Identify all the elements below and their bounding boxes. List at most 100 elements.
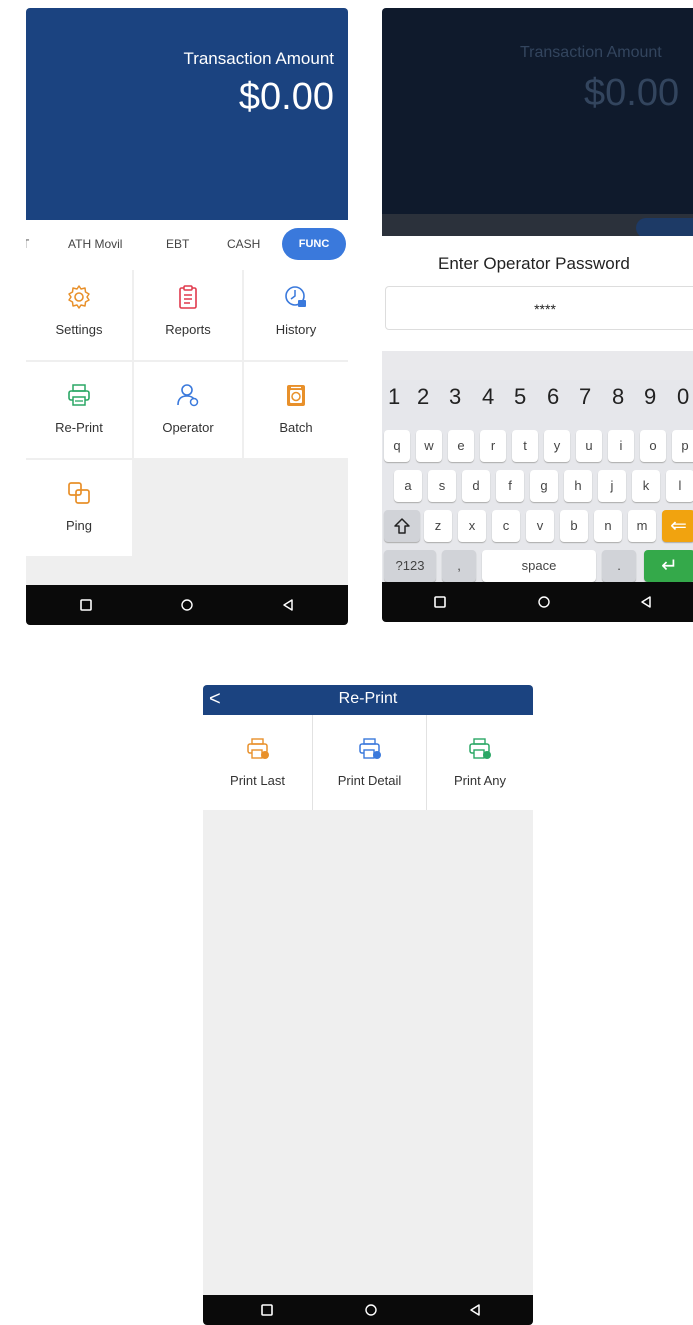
- key-z[interactable]: z: [424, 510, 452, 542]
- symbols-key[interactable]: ?123: [384, 550, 436, 582]
- key-c[interactable]: c: [492, 510, 520, 542]
- key-5[interactable]: 5: [514, 384, 526, 410]
- key-k[interactable]: k: [632, 470, 660, 502]
- shift-arrow-icon: [394, 518, 410, 534]
- dimmed-transaction-header: Transaction Amount $0.00: [382, 8, 693, 238]
- history-label: History: [275, 322, 317, 337]
- print-detail-button[interactable]: Print Detail: [313, 715, 427, 810]
- back-icon[interactable]: [278, 595, 298, 615]
- key-s[interactable]: s: [428, 470, 456, 502]
- reports-button[interactable]: Reports: [134, 264, 242, 360]
- tab-ath-movil[interactable]: ATH Movil: [68, 237, 122, 251]
- soft-keyboard: 1 2 3 4 5 6 7 8 9 0 q w e r t y u i o p …: [382, 380, 693, 582]
- printer-icon: [68, 384, 90, 406]
- print-last-button[interactable]: Print Last: [203, 715, 313, 810]
- tab-cash[interactable]: CASH: [227, 237, 260, 251]
- key-9[interactable]: 9: [644, 384, 656, 410]
- key-i[interactable]: i: [608, 430, 634, 462]
- gear-icon: [68, 285, 90, 309]
- payment-tabs: T ATH Movil EBT CASH FUNC: [26, 220, 348, 270]
- key-b[interactable]: b: [560, 510, 588, 542]
- key-o[interactable]: o: [640, 430, 666, 462]
- tab-ebt[interactable]: EBT: [166, 237, 189, 251]
- transaction-amount-label: Transaction Amount: [183, 49, 334, 68]
- home-icon[interactable]: [534, 592, 554, 612]
- operator-password-dialog: Enter Operator Password ****: [382, 236, 693, 351]
- key-2[interactable]: 2: [417, 384, 429, 410]
- clipboard-icon: [179, 285, 197, 309]
- key-1[interactable]: 1: [388, 384, 400, 410]
- key-f[interactable]: f: [496, 470, 524, 502]
- key-a[interactable]: a: [394, 470, 422, 502]
- key-q[interactable]: q: [384, 430, 410, 462]
- key-n[interactable]: n: [594, 510, 622, 542]
- recent-apps-icon[interactable]: [257, 1300, 277, 1320]
- transaction-header: Transaction Amount $0.00: [26, 8, 348, 220]
- password-field[interactable]: ****: [385, 286, 693, 330]
- home-icon[interactable]: [177, 595, 197, 615]
- terminal-screen-password: Transaction Amount $0.00 Enter Operator …: [382, 8, 693, 622]
- key-g[interactable]: g: [530, 470, 558, 502]
- key-l[interactable]: l: [666, 470, 693, 502]
- key-e[interactable]: e: [448, 430, 474, 462]
- key-w[interactable]: w: [416, 430, 442, 462]
- tab-func[interactable]: FUNC: [282, 228, 346, 260]
- dialog-title: Enter Operator Password: [438, 254, 630, 273]
- key-t[interactable]: t: [512, 430, 538, 462]
- key-3[interactable]: 3: [449, 384, 461, 410]
- dimmed-func-tab: [636, 218, 693, 238]
- ping-button[interactable]: Ping: [26, 460, 132, 556]
- terminal-screen-func: Transaction Amount $0.00 T ATH Movil EBT…: [26, 8, 348, 625]
- enter-key[interactable]: ↵: [644, 550, 693, 582]
- key-4[interactable]: 4: [482, 384, 494, 410]
- android-nav-bar: [382, 582, 693, 622]
- shift-key[interactable]: [384, 510, 420, 542]
- key-6[interactable]: 6: [547, 384, 559, 410]
- operator-button[interactable]: Operator: [134, 362, 242, 458]
- key-p[interactable]: p: [672, 430, 693, 462]
- reprint-title-bar: < Re-Print: [203, 685, 533, 715]
- android-nav-bar: [26, 585, 348, 625]
- android-nav-bar: [203, 1295, 533, 1325]
- key-d[interactable]: d: [462, 470, 490, 502]
- key-y[interactable]: y: [544, 430, 570, 462]
- operator-label: Operator: [162, 420, 214, 435]
- print-last-label: Print Last: [230, 773, 285, 788]
- batch-button[interactable]: Batch: [244, 362, 348, 458]
- ping-label: Ping: [65, 518, 93, 533]
- key-u[interactable]: u: [576, 430, 602, 462]
- transaction-amount-label: Transaction Amount: [520, 44, 662, 61]
- key-8[interactable]: 8: [612, 384, 624, 410]
- print-last-icon: [246, 738, 269, 759]
- key-j[interactable]: j: [598, 470, 626, 502]
- transaction-amount-value: $0.00: [238, 76, 334, 118]
- dimmed-tabs: [382, 214, 693, 238]
- home-icon[interactable]: [361, 1300, 381, 1320]
- key-m[interactable]: m: [628, 510, 656, 542]
- comma-key[interactable]: ,: [442, 550, 476, 582]
- print-any-button[interactable]: Print Any: [427, 715, 533, 810]
- print-detail-icon: [358, 738, 381, 759]
- backspace-key[interactable]: ⇐: [662, 510, 693, 542]
- space-key[interactable]: space: [482, 550, 596, 582]
- settings-label: Settings: [55, 322, 103, 337]
- key-7[interactable]: 7: [579, 384, 591, 410]
- period-key[interactable]: .: [602, 550, 636, 582]
- key-v[interactable]: v: [526, 510, 554, 542]
- tab-partial[interactable]: T: [26, 237, 29, 251]
- key-h[interactable]: h: [564, 470, 592, 502]
- print-detail-label: Print Detail: [337, 773, 402, 788]
- reprint-options: Print Last Print Detail Print Any: [203, 715, 533, 810]
- history-button[interactable]: History: [244, 264, 348, 360]
- reprint-label: Re-Print: [55, 420, 103, 435]
- back-icon[interactable]: [636, 592, 656, 612]
- key-r[interactable]: r: [480, 430, 506, 462]
- reprint-button[interactable]: Re-Print: [26, 362, 132, 458]
- ping-icon: [68, 482, 90, 504]
- key-x[interactable]: x: [458, 510, 486, 542]
- recent-apps-icon[interactable]: [76, 595, 96, 615]
- settings-button[interactable]: Settings: [26, 264, 132, 360]
- recent-apps-icon[interactable]: [430, 592, 450, 612]
- key-0[interactable]: 0: [677, 384, 689, 410]
- back-icon[interactable]: [465, 1300, 485, 1320]
